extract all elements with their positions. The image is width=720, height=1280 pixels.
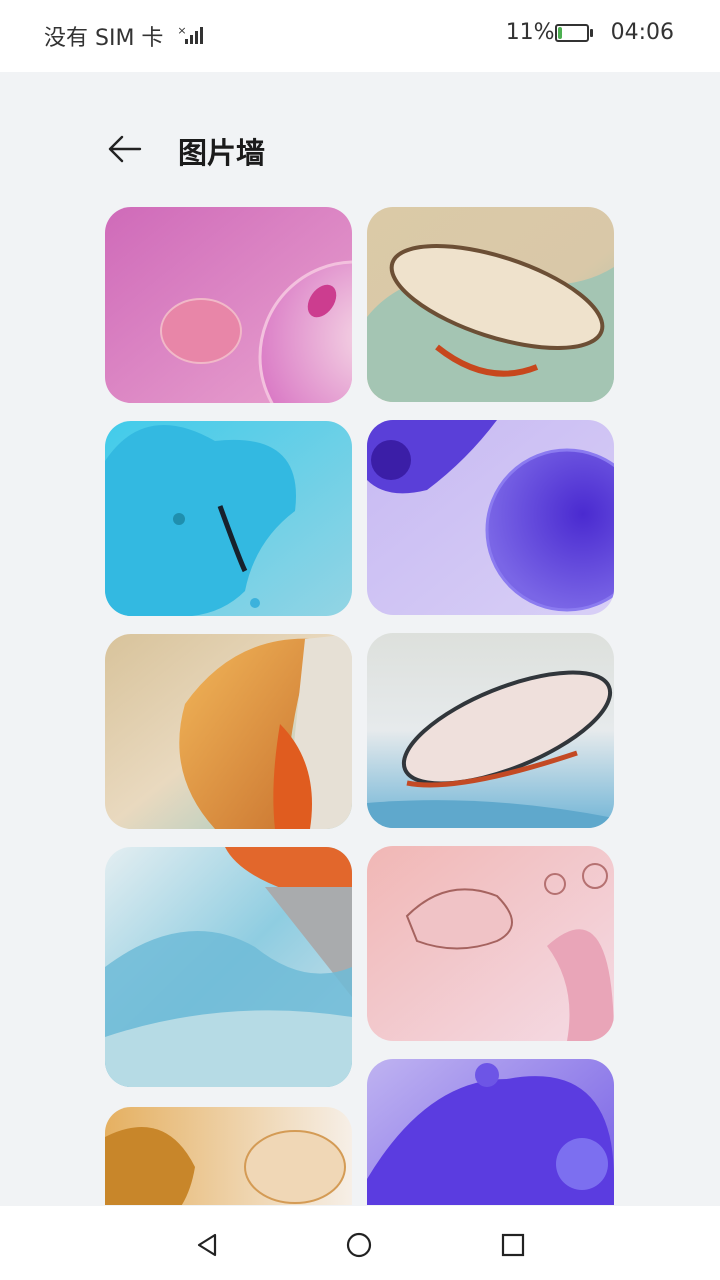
circle-home-icon	[346, 1232, 372, 1258]
navigation-bar	[0, 1206, 720, 1280]
battery-icon	[554, 23, 593, 42]
no-signal-mark: ×	[177, 24, 187, 37]
back-button[interactable]	[104, 128, 146, 170]
gallery-image[interactable]	[367, 207, 614, 402]
nav-back-button[interactable]	[192, 1230, 222, 1260]
gallery-image[interactable]	[105, 634, 352, 829]
arrow-left-icon	[108, 135, 142, 163]
clock: 04:06	[610, 20, 674, 45]
square-recents-icon	[501, 1233, 525, 1257]
gallery-image[interactable]	[367, 846, 614, 1041]
battery-percent: 11%	[505, 20, 555, 45]
signal-icon: ×	[177, 24, 204, 46]
status-left: 没有 SIM 卡 ×	[44, 20, 204, 52]
nav-recents-button[interactable]	[498, 1230, 528, 1260]
gallery-image[interactable]	[105, 1107, 352, 1205]
page-title: 图片墙	[178, 136, 266, 170]
gallery-image[interactable]	[367, 633, 614, 828]
gallery-image[interactable]	[105, 421, 352, 616]
gallery-image[interactable]	[367, 420, 614, 615]
sim-status-text: 没有 SIM 卡	[44, 26, 164, 51]
nav-home-button[interactable]	[344, 1230, 374, 1260]
image-gallery[interactable]	[105, 207, 614, 1205]
gallery-image[interactable]	[105, 207, 352, 403]
gallery-image[interactable]	[105, 847, 352, 1087]
header: 图片墙	[0, 72, 720, 204]
status-right: 11% 04:06	[506, 20, 674, 45]
status-bar: 没有 SIM 卡 × 11% 04:06	[0, 0, 720, 72]
triangle-back-icon	[197, 1233, 217, 1257]
gallery-image[interactable]	[367, 1059, 614, 1205]
battery-fill	[557, 26, 562, 39]
